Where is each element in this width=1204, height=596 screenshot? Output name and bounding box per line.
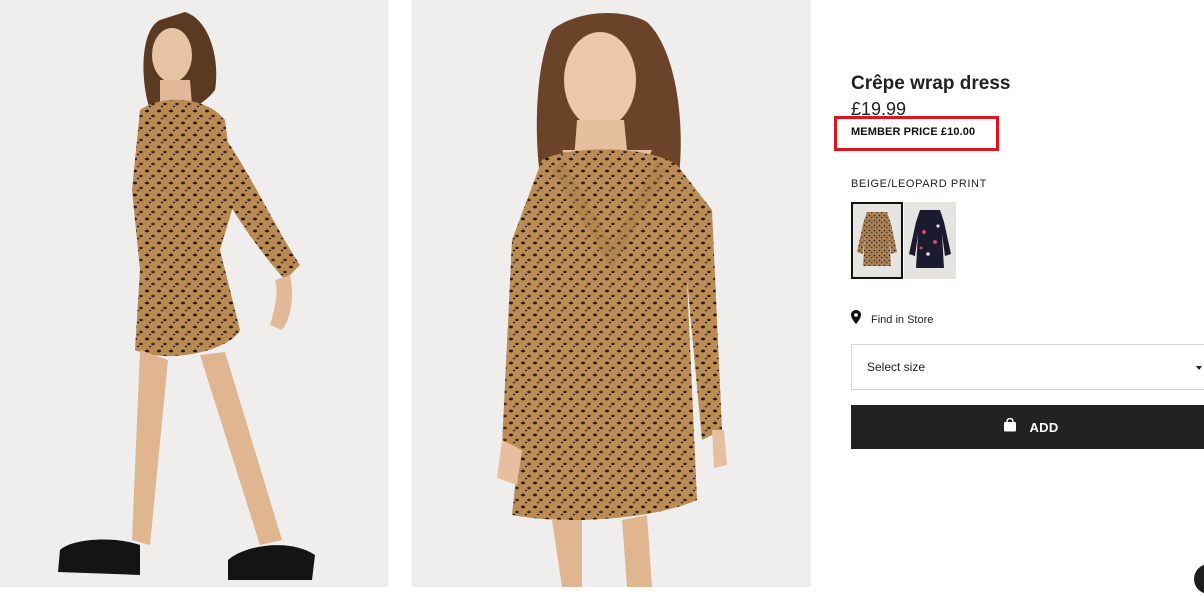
- add-button-label: ADD: [1029, 419, 1059, 435]
- product-details: Crêpe wrap dress £19.99 MEMBER PRICE £10…: [851, 0, 1204, 596]
- size-select-label: Select size: [867, 360, 926, 374]
- color-swatch-leopard[interactable]: [851, 202, 903, 279]
- product-image-side[interactable]: [0, 0, 388, 587]
- product-title: Crêpe wrap dress: [851, 73, 1011, 94]
- shopping-bag-icon: [1003, 417, 1017, 437]
- location-pin-icon: [851, 310, 861, 329]
- add-to-bag-button[interactable]: ADD: [851, 405, 1204, 449]
- selected-color-label: BEIGE/LEOPARD PRINT: [851, 178, 987, 190]
- size-select[interactable]: Select size: [851, 344, 1204, 390]
- product-image-front[interactable]: [412, 0, 811, 587]
- member-price-highlight: [834, 116, 999, 151]
- caret-down-icon: [1196, 366, 1202, 370]
- color-swatch-dark-floral[interactable]: [904, 202, 956, 279]
- find-in-store-label: Find in Store: [871, 313, 934, 326]
- find-in-store-link[interactable]: Find in Store: [851, 310, 933, 329]
